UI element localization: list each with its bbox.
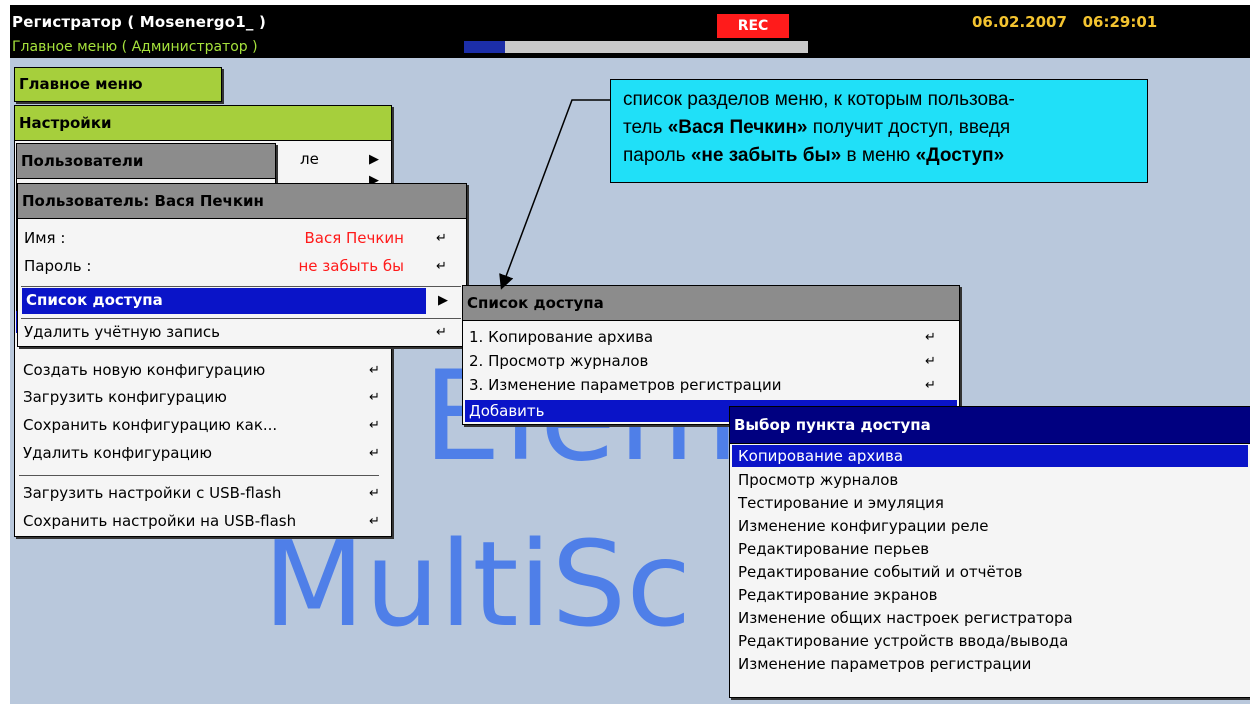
recorder-screen: Регистратор ( Mosenergo1_ ) Главное меню…: [10, 5, 1250, 704]
callout-pointer-arrow: [499, 99, 610, 290]
